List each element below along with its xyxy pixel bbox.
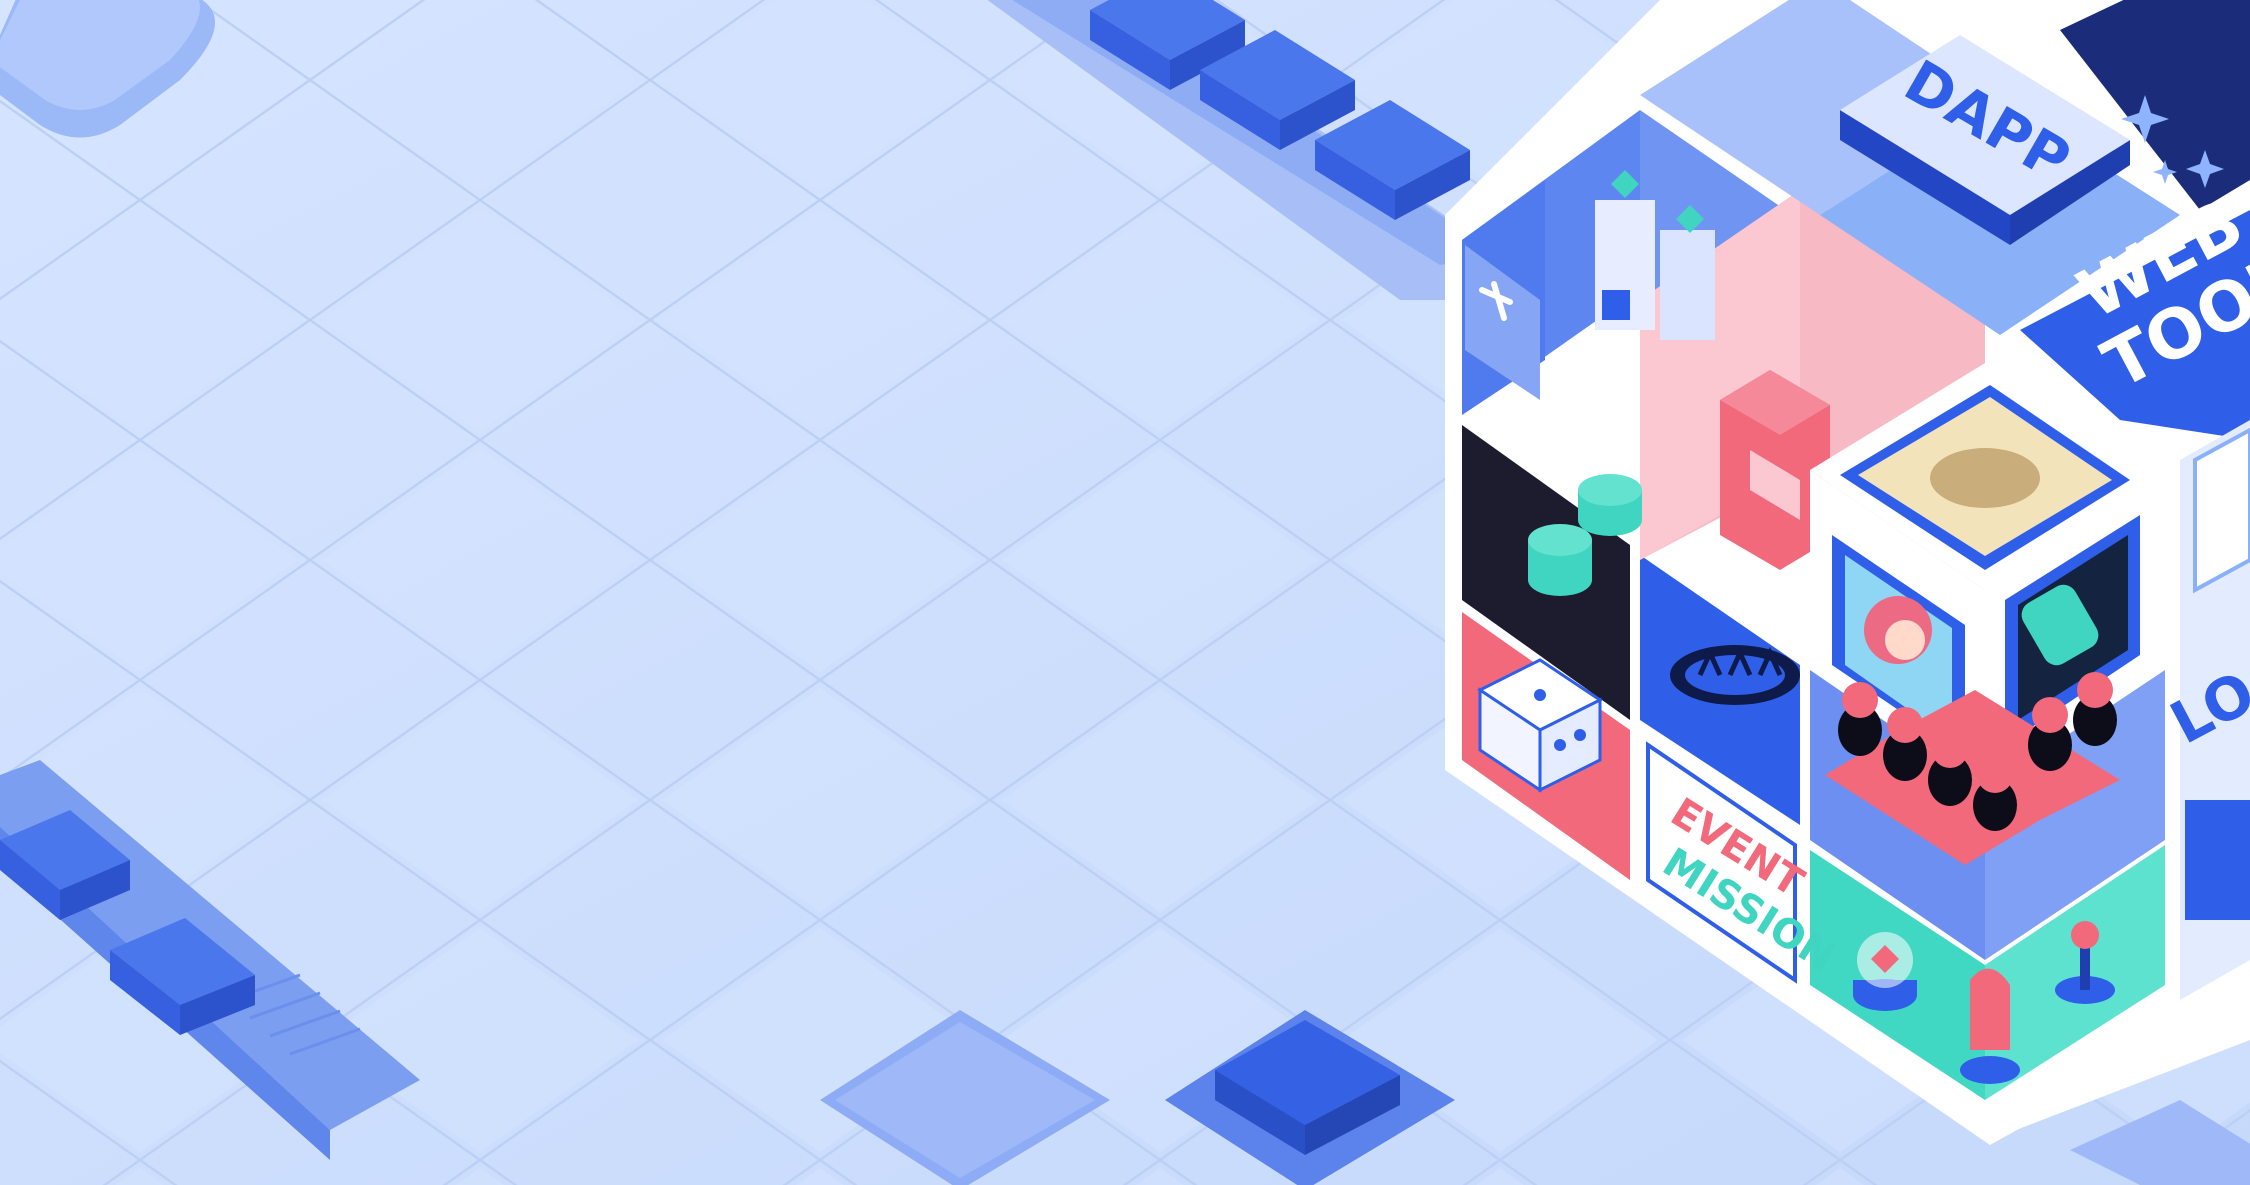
hero-illustration: DAPP WEB TOON EVENT MISSION LOA xyxy=(0,0,2250,1185)
isometric-scene: DAPP WEB TOON EVENT MISSION LOA xyxy=(0,0,2250,1185)
crown-icon xyxy=(1670,645,1800,705)
